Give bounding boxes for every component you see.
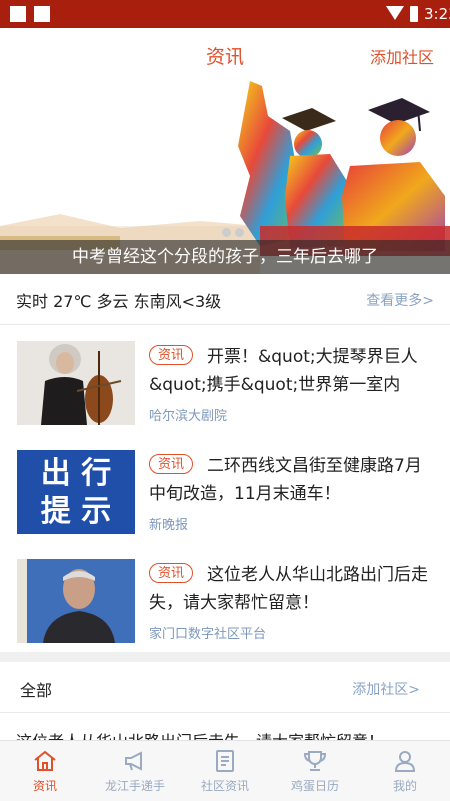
status-bar: 3:23 (0, 0, 450, 28)
weather-text: 实时 27℃ 多云 东南风<3级 (16, 292, 222, 311)
notification-icon (10, 6, 26, 22)
news-source: 家门口数字社区平台 (149, 627, 267, 642)
wifi-icon (386, 6, 404, 20)
thumbnail-text: 出 行 (40, 456, 112, 491)
news-badge: 资讯 (149, 345, 193, 365)
tab-profile[interactable]: 我的 (360, 741, 450, 801)
section-header: 全部 添加社区> (0, 662, 450, 713)
tab-label: 社区资讯 (200, 779, 249, 793)
add-community-button[interactable]: 添加社区 (370, 44, 434, 68)
tab-egg-calendar[interactable]: 鸡蛋日历 (270, 741, 360, 801)
person-icon (394, 751, 416, 772)
add-community-link[interactable]: 添加社区> (352, 679, 420, 699)
tab-label: 我的 (392, 779, 417, 793)
banner-caption: 中考曾经这个分段的孩子，三年后去哪了 (0, 240, 450, 274)
tab-label: 资讯 (32, 779, 57, 793)
section-divider (0, 652, 450, 662)
carousel-indicator (220, 222, 246, 241)
trophy-icon (303, 751, 327, 771)
weather-more-link[interactable]: 查看更多> (366, 290, 434, 310)
document-icon (216, 750, 234, 772)
news-badge: 资讯 (149, 563, 193, 583)
banner-carousel[interactable]: 中考曾经这个分段的孩子，三年后去哪了 (0, 76, 450, 274)
bottom-tab-bar: 资讯 龙江手递手 社区资讯 鸡蛋日历 我的 (0, 740, 450, 801)
news-item[interactable]: 开票！&quot;大提琴界巨人&quot;携手&quot;世界第一室内乐… 资讯… (0, 325, 450, 435)
battery-icon (410, 6, 418, 22)
news-item[interactable]: 出 行 提 示 二环西线文昌街至健康路7月中旬改造，11月末通车！ 资讯 新晚报 (0, 434, 450, 544)
news-badge: 资讯 (149, 454, 193, 474)
home-icon (34, 750, 56, 771)
section-label: 全部 (20, 681, 53, 700)
tab-label: 鸡蛋日历 (290, 779, 339, 793)
tab-longjiang-helper[interactable]: 龙江手递手 (90, 741, 180, 801)
tab-community-news[interactable]: 社区资讯 (180, 741, 270, 801)
news-source: 新晚报 (149, 518, 189, 533)
news-thumbnail-portrait (17, 559, 135, 643)
megaphone-icon (125, 751, 142, 771)
app-header: 资讯 添加社区 (0, 28, 450, 76)
status-time: 3:23 (424, 5, 450, 23)
tab-label: 龙江手递手 (104, 779, 165, 793)
tab-news[interactable]: 资讯 (0, 741, 90, 801)
weather-bar: 实时 27℃ 多云 东南风<3级 查看更多> (0, 274, 450, 325)
news-thumbnail-travel-notice: 出 行 提 示 (17, 450, 135, 534)
news-item[interactable]: 这位老人从华山北路出门后走失，请大家帮忙留意！ 资讯 家门口数字社区平台 (0, 543, 450, 653)
news-source: 哈尔滨大剧院 (149, 409, 228, 424)
notification-icon (34, 6, 50, 22)
news-thumbnail-cellist (17, 341, 135, 425)
thumbnail-text: 提 示 (40, 494, 112, 529)
